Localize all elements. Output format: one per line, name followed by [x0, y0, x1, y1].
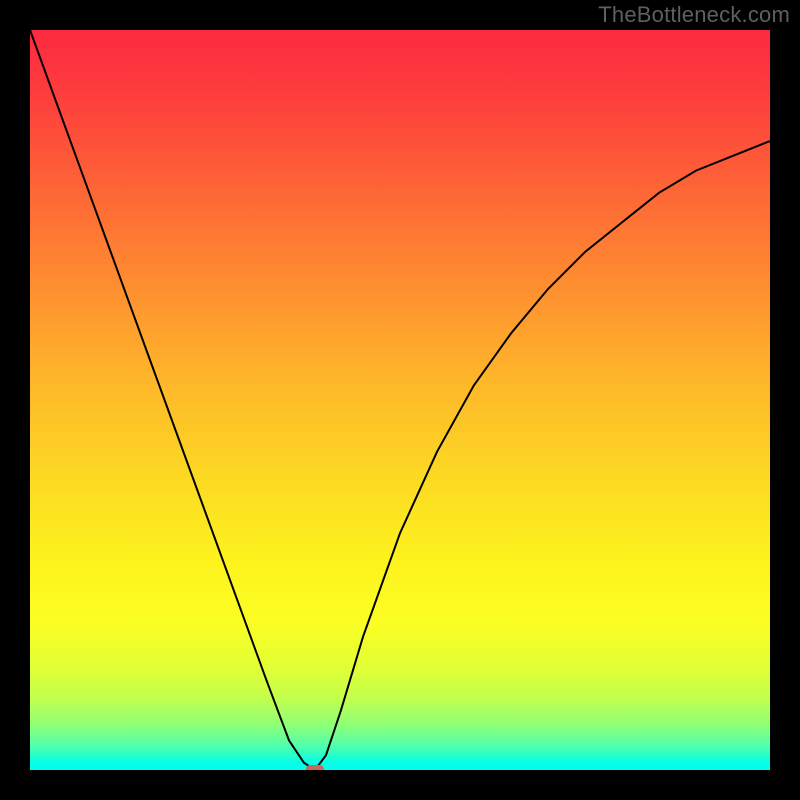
watermark-text: TheBottleneck.com: [598, 2, 790, 28]
bottleneck-curve: [30, 30, 770, 770]
chart-frame: TheBottleneck.com: [0, 0, 800, 800]
curve-layer: [30, 30, 770, 770]
plot-area: [30, 30, 770, 770]
optimal-point-marker: [306, 765, 324, 770]
